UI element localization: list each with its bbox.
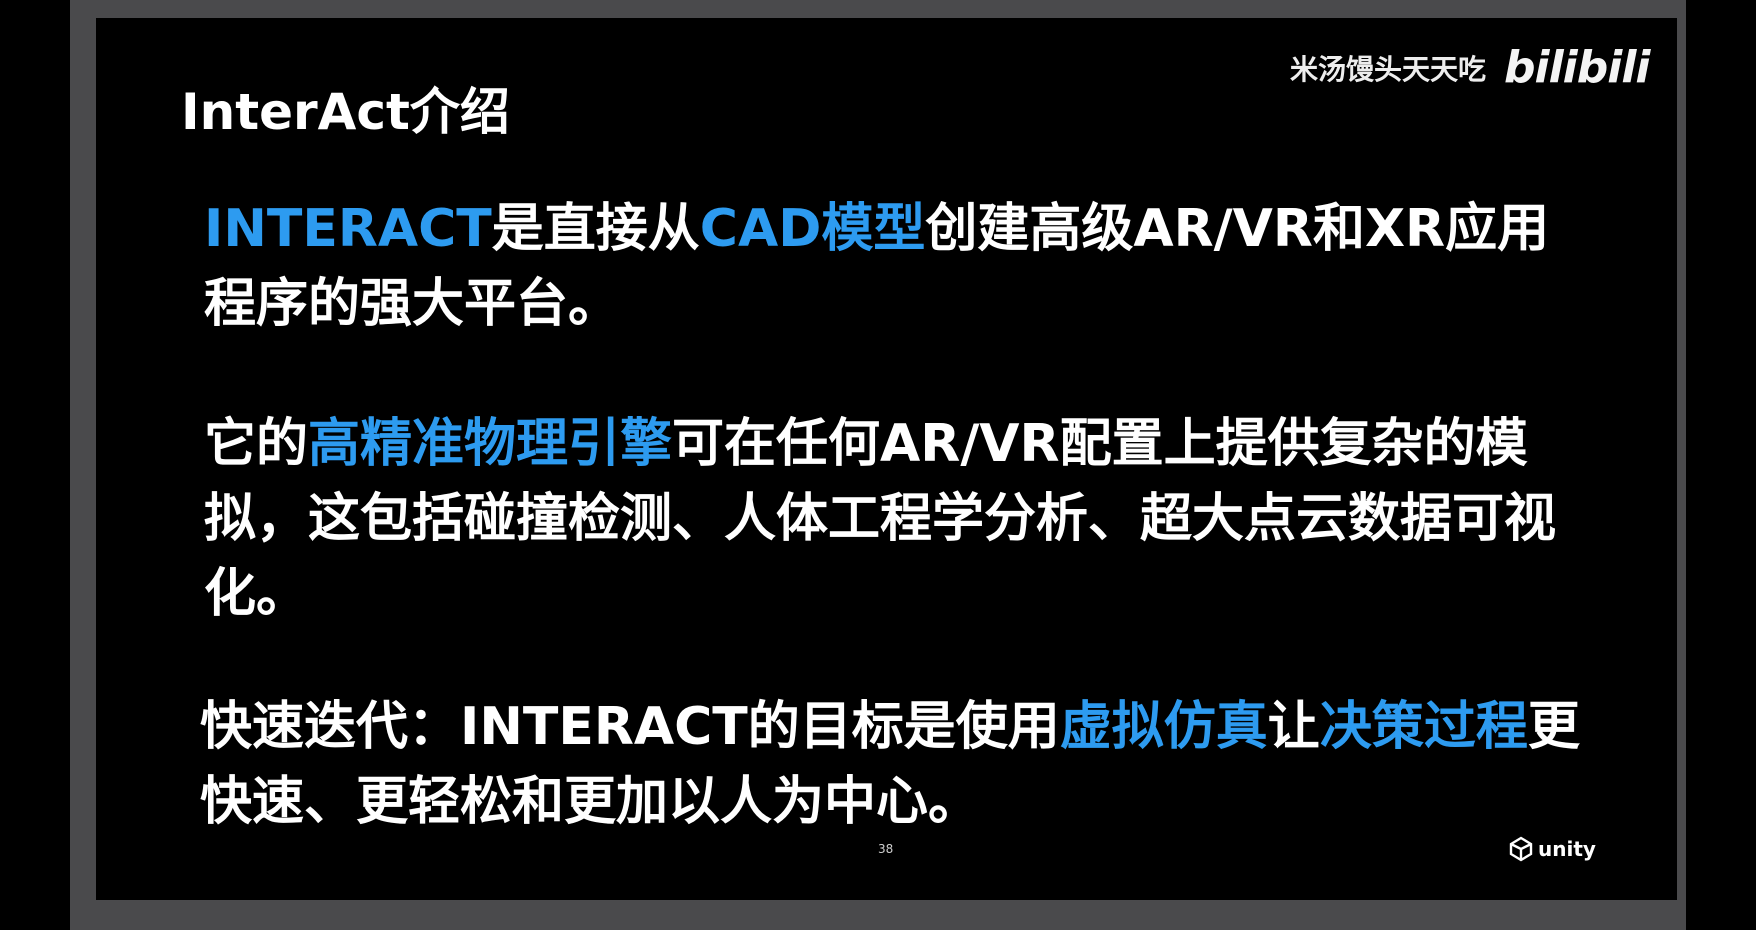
- unity-cube-icon: [1509, 836, 1533, 862]
- paragraph-segment: 虚拟仿真: [1059, 697, 1268, 757]
- paragraph-platform-intro: INTERACT是直接从CAD模型创建高级AR/VR和XR应用程序的强大平台。: [204, 192, 1584, 342]
- paragraph-segment: 让: [1267, 697, 1320, 757]
- paragraph-rapid-iteration: 快速迭代：INTERACT的目标是使用虚拟仿真让决策过程更快速、更轻松和更加以人…: [200, 690, 1580, 840]
- uploader-watermark: 米汤馒头天天吃 bilibili: [1290, 42, 1651, 93]
- unity-wordmark: unity: [1538, 837, 1596, 861]
- paragraph-segment: 是直接从: [491, 199, 700, 259]
- paragraph-segment: CAD模型: [699, 199, 926, 259]
- uploader-name: 米汤馒头天天吃: [1290, 52, 1487, 86]
- page-number: 38: [878, 842, 894, 856]
- slide-title: InterAct介绍: [181, 83, 510, 141]
- paragraph-physics-engine: 它的高精准物理引擎可在任何AR/VR配置上提供复杂的模拟，这包括碰撞检测、人体工…: [204, 407, 1584, 632]
- bilibili-logo: bilibili: [1504, 42, 1650, 93]
- paragraph-segment: INTERACT: [204, 199, 492, 259]
- paragraph-segment: 快速迭代：INTERACT的目标是使用: [200, 697, 1060, 757]
- paragraph-segment: 高精准物理引擎: [308, 414, 673, 474]
- unity-logo: unity: [1508, 836, 1596, 862]
- paragraph-segment: 决策过程: [1319, 697, 1528, 757]
- paragraph-segment: 它的: [204, 414, 309, 474]
